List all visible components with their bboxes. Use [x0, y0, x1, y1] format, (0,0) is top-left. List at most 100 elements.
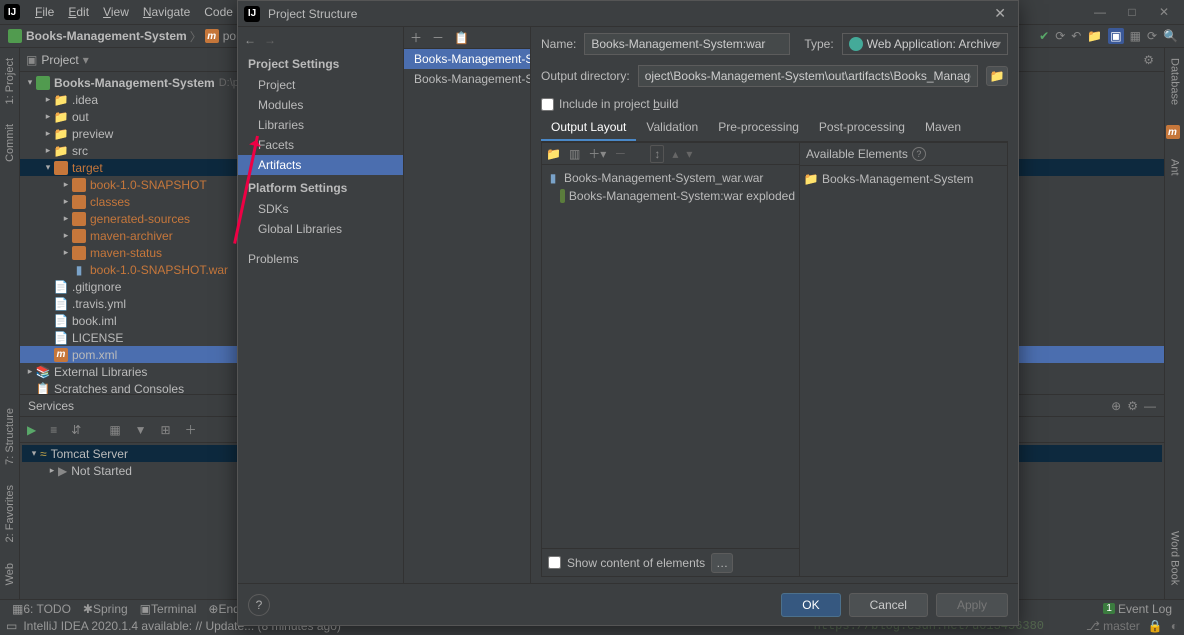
artifact-remove-button[interactable]: － [432, 29, 444, 46]
menu-edit[interactable]: Edit [61, 5, 96, 19]
artifact-copy-button[interactable]: 📋 [454, 31, 469, 45]
threads-icon[interactable]: ≡ [47, 423, 60, 437]
tool-wordbook[interactable]: Word Book [1167, 525, 1183, 591]
nav-artifacts[interactable]: Artifacts [238, 155, 403, 175]
type-select[interactable]: Web Application: Archive▾ [842, 33, 1008, 55]
type-label: Type: [804, 37, 833, 51]
menu-view[interactable]: View [96, 5, 136, 19]
folder-icon: ▣ [26, 53, 37, 67]
show-content-more[interactable]: … [711, 553, 733, 573]
nav-problems[interactable]: Problems [238, 249, 403, 269]
status-spring[interactable]: ✱ Spring [77, 602, 134, 616]
db-icon[interactable]: ▦ [1130, 29, 1141, 43]
dialog-close-button[interactable]: ✕ [988, 5, 1012, 22]
outdir-label: Output directory: [541, 69, 630, 83]
dropdown-icon[interactable]: ▾ [83, 53, 89, 67]
apply-button[interactable]: Apply [936, 593, 1008, 617]
window-minimize[interactable]: — [1084, 0, 1116, 24]
search-icon[interactable]: 🔍 [1163, 29, 1178, 43]
sync-icon[interactable]: ⟳ [1055, 29, 1065, 43]
git-branch[interactable]: ⎇ master [1086, 619, 1140, 633]
layout-sort-icon[interactable]: ↕ [650, 145, 664, 163]
dialog-help-button[interactable]: ? [248, 594, 270, 616]
event-log[interactable]: 1Event Log [1097, 602, 1178, 616]
status-dot: ◐ [1171, 619, 1178, 633]
artifact-item-2[interactable]: Books-Management-Sys [404, 69, 530, 89]
system-icon[interactable]: ▭ [6, 619, 17, 633]
cancel-button[interactable]: Cancel [849, 593, 928, 617]
artifact-add-button[interactable]: ＋ [410, 29, 422, 46]
layout-down-icon[interactable]: ▾ [686, 147, 692, 161]
add-icon[interactable]: ＋ [182, 421, 200, 438]
folder-icon[interactable]: 📁 [1087, 29, 1102, 43]
status-todo[interactable]: ▦ 6: TODO [6, 602, 77, 616]
nav-globallibs[interactable]: Global Libraries [238, 219, 403, 239]
tab-maven[interactable]: Maven [915, 115, 971, 141]
layout-add-icon[interactable]: ＋▾ [588, 145, 606, 162]
nav-back-button[interactable]: ← [244, 33, 256, 47]
window-maximize[interactable]: □ [1116, 0, 1148, 24]
ide-logo: IJ [244, 6, 260, 22]
tab-post[interactable]: Post-processing [809, 115, 915, 141]
ide-logo: IJ [4, 4, 20, 20]
layout-exploded-item[interactable]: Books-Management-System:war exploded [546, 187, 795, 205]
avail-module-item[interactable]: 📁Books-Management-System [804, 170, 1003, 188]
nav-section-platform: Platform Settings [238, 175, 403, 199]
merge-icon[interactable]: ⇵ [68, 423, 84, 437]
lock-icon: 🔒 [1148, 619, 1163, 633]
tab-pre[interactable]: Pre-processing [708, 115, 809, 141]
nav-sdks[interactable]: SDKs [238, 199, 403, 219]
show-content-checkbox[interactable] [548, 556, 561, 569]
project-structure-dialog: IJ Project Structure ✕ ← → Project Setti… [237, 0, 1019, 626]
outdir-input[interactable] [638, 65, 978, 87]
dialog-title: Project Structure [268, 7, 357, 21]
tool-web[interactable]: Web [2, 557, 18, 591]
menu-file[interactable]: File [28, 5, 61, 19]
nav-modules[interactable]: Modules [238, 95, 403, 115]
breadcrumb-project[interactable]: Books-Management-System [26, 29, 187, 43]
tool-structure[interactable]: 7: Structure [2, 402, 18, 471]
nav-fwd-button[interactable]: → [264, 33, 276, 47]
tool-ant[interactable]: Ant [1167, 153, 1183, 182]
layout-folder-icon[interactable]: 📁 [546, 147, 561, 161]
ok-button[interactable]: OK [781, 593, 840, 617]
layout-remove-icon[interactable]: － [614, 145, 626, 162]
reload-icon[interactable]: ⟳ [1147, 29, 1157, 43]
layout-up-icon[interactable]: ▴ [672, 147, 678, 161]
layout-war-item[interactable]: ▮Books-Management-System_war.war [546, 169, 795, 187]
gear-icon[interactable]: ⚙ [1139, 53, 1158, 67]
tool-maven[interactable]: m [1164, 119, 1184, 145]
build-ok-icon[interactable]: ✔ [1039, 29, 1049, 43]
menu-navigate[interactable]: Navigate [136, 5, 197, 19]
help-icon[interactable]: ? [912, 147, 926, 161]
tool-database[interactable]: Database [1167, 52, 1183, 111]
services-gear-icon[interactable]: ⚙ [1127, 399, 1138, 413]
artifact-item-1[interactable]: Books-Management-Sys [404, 49, 530, 69]
layout-icon[interactable]: ⊞ [158, 423, 174, 437]
tool-favorites[interactable]: 2: Favorites [2, 479, 18, 548]
undo-icon[interactable]: ↶ [1071, 29, 1081, 43]
web-icon [849, 37, 863, 51]
menu-code[interactable]: Code [197, 5, 240, 19]
browse-button[interactable]: 📁 [986, 66, 1008, 86]
layout-column-icon[interactable]: ▥ [569, 147, 580, 161]
name-input[interactable] [584, 33, 790, 55]
grid-icon[interactable]: ▦ [106, 423, 123, 437]
include-build-checkbox[interactable] [541, 98, 554, 111]
services-title: Services [28, 399, 74, 413]
nav-project[interactable]: Project [238, 75, 403, 95]
action-icon[interactable]: ▣ [1108, 28, 1123, 44]
services-hide-icon[interactable]: — [1144, 399, 1156, 413]
status-terminal[interactable]: ▣ Terminal [134, 602, 203, 616]
run-button[interactable]: ▶ [24, 423, 39, 437]
show-content-label: Show content of elements [567, 556, 705, 570]
nav-libraries[interactable]: Libraries [238, 115, 403, 135]
filter-icon[interactable]: ▼ [132, 423, 150, 437]
services-target-icon[interactable]: ⊕ [1111, 399, 1121, 413]
tab-output[interactable]: Output Layout [541, 115, 636, 141]
tool-project[interactable]: 1: Project [2, 52, 18, 110]
window-close[interactable]: ✕ [1148, 0, 1180, 24]
tool-commit[interactable]: Commit [2, 118, 18, 168]
tab-validation[interactable]: Validation [636, 115, 708, 141]
nav-facets[interactable]: Facets [238, 135, 403, 155]
